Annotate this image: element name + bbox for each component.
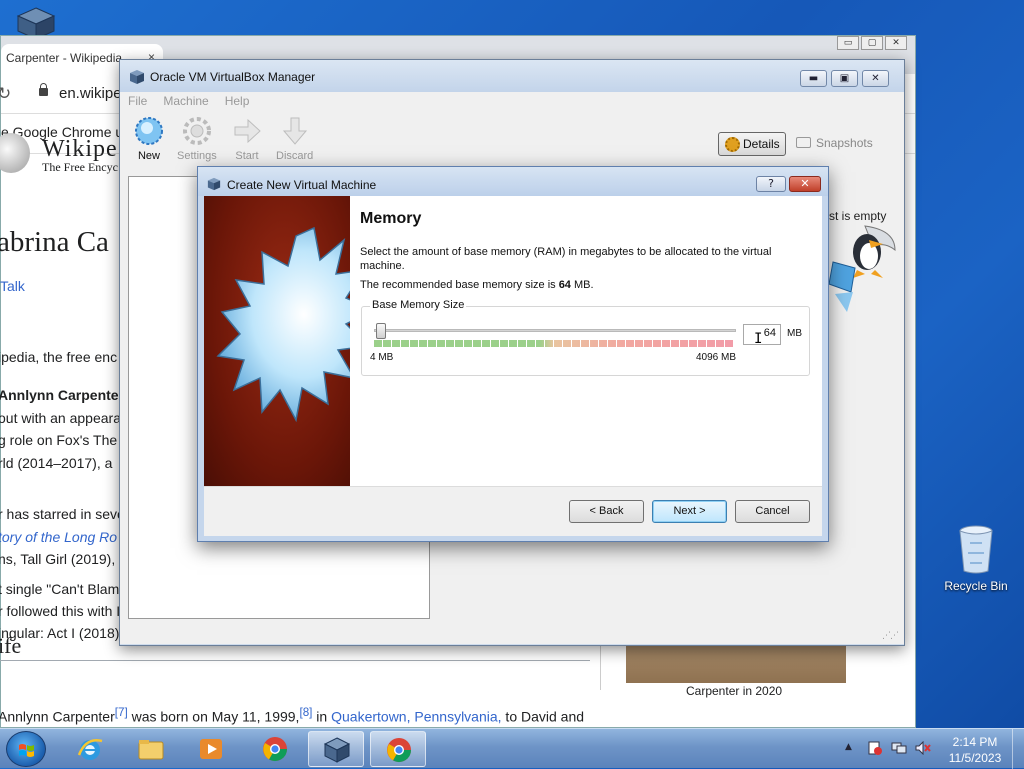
internet-explorer-icon (77, 739, 103, 760)
empty-list-text: st is empty (829, 209, 887, 223)
menu-help[interactable]: Help (217, 92, 258, 108)
new-icon (134, 116, 164, 146)
taskbar-media-player[interactable] (183, 731, 239, 767)
chrome-icon (263, 737, 287, 762)
close-button[interactable]: ✕ (789, 176, 821, 192)
recycle-bin-desktop-icon[interactable]: Recycle Bin (940, 525, 1012, 593)
wizard-description: Select the amount of base memory (RAM) i… (360, 246, 772, 272)
taskbar-chrome-window[interactable] (370, 731, 426, 767)
clock[interactable]: 2:14 PM 11/5/2023 (939, 734, 1011, 766)
memory-slider-track[interactable] (374, 329, 736, 332)
help-button[interactable]: ? (756, 176, 786, 192)
back-button[interactable]: < Back (569, 500, 644, 523)
memory-unit-label: MB (787, 328, 802, 339)
dialog-client-area: Memory Select the amount of base memory … (204, 196, 822, 536)
new-button[interactable]: New (134, 116, 164, 162)
maximize-button[interactable]: ▢ (861, 36, 883, 50)
wizard-content: Memory Select the amount of base memory … (350, 196, 822, 486)
chrome-icon (387, 738, 411, 763)
next-button[interactable]: Next > (652, 500, 727, 523)
recycle-bin-icon (959, 525, 993, 575)
vbm-titlebar: Oracle VM VirtualBox Manager ▬ ▣ ✕ (120, 60, 904, 92)
folder-icon (138, 740, 164, 760)
memory-slider-scale (374, 340, 734, 347)
windows-logo-icon (19, 744, 34, 757)
snapshots-button[interactable]: Snapshots (796, 136, 873, 150)
cancel-button[interactable]: Cancel (735, 500, 810, 523)
maximize-button[interactable]: ▣ (831, 70, 858, 87)
slider-min-label: 4 MB (370, 352, 394, 363)
vbm-window-controls: ▬ ▣ ✕ (800, 70, 889, 87)
recommended-memory-text: The recommended base memory size is 64 M… (360, 279, 594, 291)
close-button[interactable]: ✕ (862, 70, 889, 87)
dialog-title: Create New Virtual Machine (227, 178, 377, 192)
chrome-window-controls: ▭ ▢ ✕ (837, 36, 907, 52)
chrome-tab-title: Carpenter - Wikipedia (6, 51, 123, 65)
taskbar-internet-explorer[interactable] (62, 731, 118, 767)
gear-icon (182, 116, 212, 146)
taskbar-virtualbox[interactable] (308, 731, 364, 767)
volume-muted-icon[interactable] (915, 741, 931, 755)
wizard-banner-image (204, 196, 350, 486)
network-icon[interactable] (891, 741, 907, 755)
recycle-bin-label: Recycle Bin (944, 579, 1008, 593)
reload-icon[interactable]: ↻ (0, 84, 11, 104)
start-button[interactable] (6, 731, 46, 767)
system-tray: ▲ 2:14 PM 11/5/2023 (843, 729, 1024, 769)
slider-max-label: 4096 MB (696, 352, 737, 363)
minimize-button[interactable]: ▭ (837, 36, 859, 50)
url-field[interactable]: en.wikipe (59, 85, 122, 102)
taskbar-chrome[interactable] (247, 731, 303, 767)
gear-icon (725, 137, 740, 152)
virtualbox-icon (207, 177, 221, 191)
dialog-separator (204, 486, 822, 487)
text-cursor-icon: I (754, 331, 763, 347)
action-center-icon[interactable] (867, 741, 883, 755)
show-desktop-button[interactable] (1012, 729, 1024, 769)
menu-machine[interactable]: Machine (155, 92, 216, 108)
clock-date: 11/5/2023 (948, 751, 1002, 765)
virtualbox-icon (323, 737, 351, 763)
show-hidden-icons-button[interactable]: ▲ (845, 742, 852, 752)
close-button[interactable]: ✕ (885, 36, 907, 50)
arrow-down-icon (280, 116, 310, 146)
lock-icon[interactable] (39, 83, 48, 96)
clock-time: 2:14 PM (952, 735, 998, 749)
taskbar-file-explorer[interactable] (123, 731, 179, 767)
minimize-button[interactable]: ▬ (800, 70, 827, 87)
vbm-title: Oracle VM VirtualBox Manager (150, 70, 316, 84)
base-memory-group-label: Base Memory Size (370, 299, 467, 311)
penguin-illustration-icon (825, 222, 897, 322)
details-button[interactable]: Details (718, 132, 786, 156)
create-vm-dialog: Create New Virtual Machine ? ✕ Memory Se… (197, 166, 829, 542)
arrow-right-icon (232, 116, 262, 146)
camera-icon (796, 137, 811, 148)
base-memory-group: Base Memory Size 4 MB 4096 MB 64 I MB (361, 299, 810, 376)
taskbar: ▲ 2:14 PM 11/5/2023 (0, 728, 1024, 769)
wizard-page-heading: Memory (360, 210, 422, 227)
dialog-titlebar: Create New Virtual Machine ? ✕ (198, 167, 828, 196)
menu-file[interactable]: File (120, 92, 155, 108)
start-button[interactable]: Start (232, 116, 262, 162)
discard-button[interactable]: Discard (276, 116, 313, 162)
starburst-icon (216, 226, 350, 423)
vbm-menubar: File Machine Help (120, 92, 904, 112)
media-player-icon (200, 739, 222, 759)
resize-grip[interactable]: ⋰⋰ (882, 631, 899, 641)
virtualbox-icon (130, 70, 144, 84)
settings-button[interactable]: Settings (177, 116, 217, 162)
memory-slider-handle[interactable] (376, 323, 386, 339)
vbm-toolbar: New Settings Start Discard Details Snaps… (120, 112, 904, 168)
